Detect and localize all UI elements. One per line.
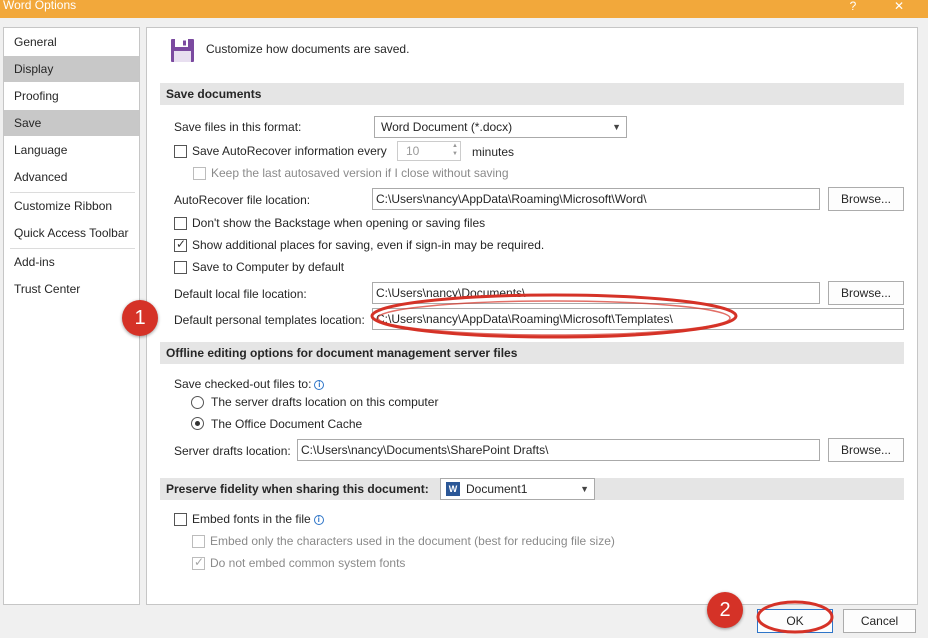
dont-show-backstage-checkbox[interactable] (174, 217, 187, 230)
annotation-badge-2: 2 (707, 592, 743, 628)
save-to-computer-label: Save to Computer by default (192, 260, 345, 274)
section-offline-editing: Offline editing options for document man… (160, 342, 904, 364)
checkmark-icon: ✓ (194, 555, 205, 569)
server-drafts-radio-label: The server drafts location on this compu… (211, 395, 439, 409)
save-icon (171, 39, 194, 62)
sidebar-item-proofing[interactable]: Proofing (4, 83, 139, 109)
office-cache-radio-label: The Office Document Cache (211, 417, 363, 431)
embed-only-used-label: Embed only the characters used in the do… (210, 534, 615, 548)
sidebar-item-add-ins[interactable]: Add-ins (4, 249, 139, 275)
title-bar: Word Options ? ✕ (0, 0, 928, 18)
show-additional-places-label: Show additional places for saving, even … (192, 238, 545, 252)
server-drafts-location-label: Server drafts location: (174, 444, 291, 458)
minutes-label: minutes (472, 145, 515, 159)
format-select[interactable]: Word Document (*.docx) ▼ (374, 116, 627, 138)
keep-last-label: Keep the last autosaved version if I clo… (211, 166, 509, 180)
embed-only-used-checkbox[interactable] (192, 535, 205, 548)
sidebar-item-trust-center[interactable]: Trust Center (4, 276, 139, 302)
cancel-button[interactable]: Cancel (843, 609, 916, 633)
format-label: Save files in this format: (174, 120, 302, 134)
default-templates-label: Default personal templates location: (174, 313, 365, 327)
office-cache-radio[interactable] (191, 417, 204, 430)
autorecover-checkbox[interactable] (174, 145, 187, 158)
close-icon[interactable]: ✕ (880, 0, 918, 16)
radio-dot (195, 421, 200, 426)
fidelity-document-select[interactable]: W Document1 ▼ (440, 478, 595, 500)
autorecover-location-label: AutoRecover file location: (174, 193, 311, 207)
word-document-icon: W (446, 482, 460, 496)
autorecover-label: Save AutoRecover information every (192, 144, 387, 158)
page-header: Customize how documents are saved. (206, 42, 410, 56)
keep-last-checkbox[interactable] (193, 167, 206, 180)
embed-fonts-checkbox[interactable] (174, 513, 187, 526)
do-not-embed-system-checkbox[interactable]: ✓ (192, 555, 205, 570)
sidebar-item-general[interactable]: General (4, 29, 139, 55)
autorecover-location-field[interactable]: C:\Users\nancy\AppData\Roaming\Microsoft… (372, 188, 820, 210)
sidebar-item-save[interactable]: Save (4, 110, 139, 136)
sidebar-item-customize-ribbon[interactable]: Customize Ribbon (4, 193, 139, 219)
autorecover-browse-button[interactable]: Browse... (828, 187, 904, 211)
dont-show-backstage-label: Don't show the Backstage when opening or… (192, 216, 486, 230)
server-drafts-radio[interactable] (191, 396, 204, 409)
autorecover-minutes-stepper[interactable]: 10 ▲ ▼ (397, 141, 461, 161)
sidebar-item-quick-access-toolbar[interactable]: Quick Access Toolbar (4, 220, 139, 246)
chevron-down-icon: ▼ (612, 122, 621, 132)
do-not-embed-system-label: Do not embed common system fonts (210, 556, 406, 570)
save-options-panel: Customize how documents are saved. Save … (146, 27, 918, 605)
sidebar-item-advanced[interactable]: Advanced (4, 164, 139, 190)
default-local-browse-button[interactable]: Browse... (828, 281, 904, 305)
info-icon: i (314, 380, 325, 390)
server-drafts-location-field[interactable]: C:\Users\nancy\Documents\SharePoint Draf… (297, 439, 820, 461)
checkmark-icon: ✓ (176, 237, 187, 251)
embed-fonts-label: Embed fonts in the file i (192, 512, 324, 526)
info-icon: i (313, 515, 324, 525)
sidebar-item-language[interactable]: Language (4, 137, 139, 163)
window-title: Word Options (3, 0, 77, 12)
show-additional-places-checkbox[interactable]: ✓ (174, 237, 187, 252)
spin-arrows-icon: ▲ ▼ (452, 143, 458, 157)
default-local-field[interactable]: C:\Users\nancy\Documents\ (372, 282, 820, 304)
save-checked-out-label: Save checked-out files to: i (174, 377, 325, 391)
default-local-label: Default local file location: (174, 287, 307, 301)
chevron-down-icon: ▼ (580, 484, 589, 494)
ok-button[interactable]: OK (757, 609, 833, 633)
section-save-documents: Save documents (160, 83, 904, 105)
server-drafts-browse-button[interactable]: Browse... (828, 438, 904, 462)
help-button[interactable]: ? (834, 0, 872, 16)
annotation-badge-1: 1 (122, 300, 158, 336)
sidebar-item-display[interactable]: Display (4, 56, 139, 82)
options-sidebar: General Display Proofing Save Language A… (3, 27, 140, 605)
default-templates-field[interactable]: C:\Users\nancy\AppData\Roaming\Microsoft… (372, 308, 904, 330)
save-to-computer-checkbox[interactable] (174, 261, 187, 274)
